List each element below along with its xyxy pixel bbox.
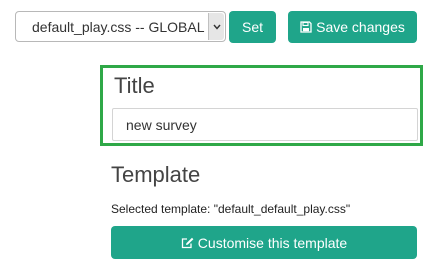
floppy-disk-icon: [300, 21, 312, 33]
customise-template-label: Customise this template: [197, 234, 348, 251]
template-select[interactable]: default_play.css -- GLOBAL: [15, 11, 226, 42]
set-button[interactable]: Set: [229, 11, 276, 43]
selected-template-text: Selected template: "default_default_play…: [111, 202, 351, 216]
title-section: Title: [100, 65, 423, 146]
edit-icon: [181, 237, 194, 249]
title-heading: Title: [114, 73, 155, 98]
customise-template-button[interactable]: Customise this template: [111, 226, 417, 259]
set-button-label: Set: [241, 19, 263, 35]
title-input[interactable]: [112, 108, 418, 141]
save-changes-label: Save changes: [316, 19, 405, 35]
chevron-down-icon[interactable]: [208, 13, 224, 40]
save-changes-button[interactable]: Save changes: [288, 11, 417, 43]
template-heading: Template: [111, 162, 201, 187]
template-select-value: default_play.css -- GLOBAL: [32, 19, 205, 35]
